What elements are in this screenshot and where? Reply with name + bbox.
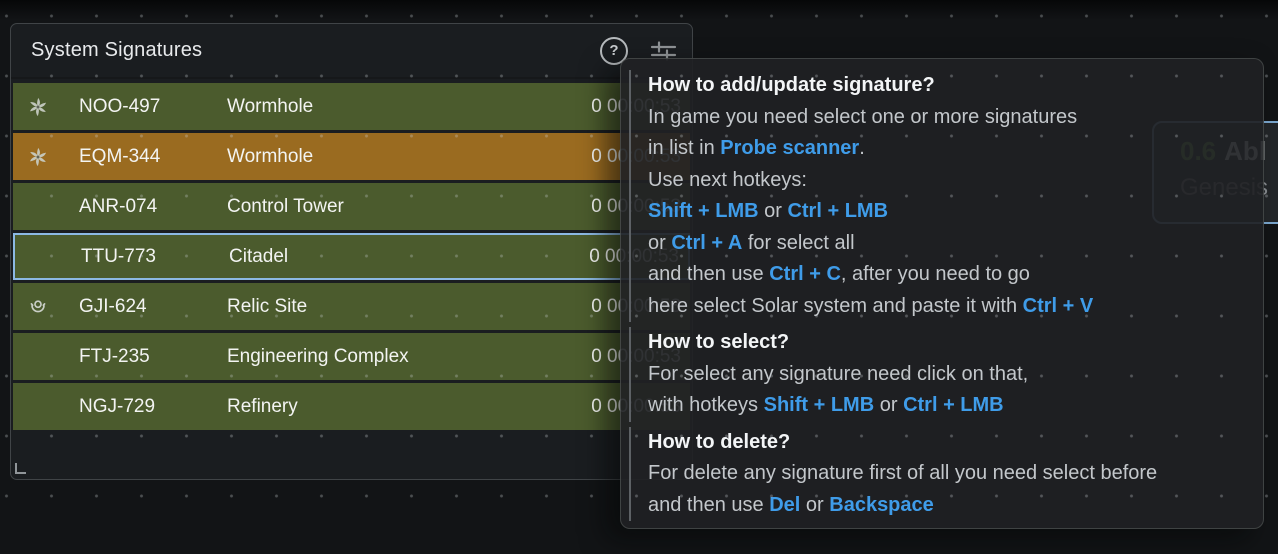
system-signatures-panel: System Signatures ? NOO-497Wormhole0 00:… [10,23,693,480]
signature-id: NGJ-729 [79,396,217,418]
tooltip-text: with hotkeys [648,394,764,416]
signature-row[interactable]: NOO-497Wormhole0 00:00:53 [13,83,690,130]
signature-type: Wormhole [227,96,591,118]
hotkey-highlight: Shift + LMB [764,394,875,416]
tooltip-line: Use next hotkeys: [648,165,1249,197]
wormhole-icon [27,96,49,118]
signature-id: EQM-344 [79,146,217,168]
tooltip-section: How to select? For select any signature n… [629,327,1249,422]
hotkey-highlight: Ctrl + LMB [903,394,1004,416]
wormhole-icon-cell [26,146,50,168]
tooltip-text: , after you need to go [841,263,1030,285]
tooltip-line: in list in Probe scanner. [648,133,1249,165]
signature-row[interactable]: TTU-773Citadel0 00:00:53 [13,233,690,280]
relic-icon [27,296,49,318]
help-tooltip: How to add/update signature? In game you … [620,58,1264,529]
signature-table: NOO-497Wormhole0 00:00:53EQM-344Wormhole… [11,79,692,430]
tooltip-text: . [859,137,865,159]
tooltip-section: How to delete? For delete any signature f… [629,427,1249,522]
signature-row[interactable]: NGJ-729Refinery0 00:00:53 [13,383,690,430]
signature-row[interactable]: GJI-624Relic Site0 00:00:53 [13,283,690,330]
tooltip-line: For delete any signature first of all yo… [648,458,1249,490]
tooltip-section-title: How to add/update signature? [648,70,1249,102]
relic-icon-cell [26,296,50,318]
tooltip-line: In game you need select one or more sign… [648,102,1249,134]
signature-row[interactable]: ANR-074Control Tower0 00:00:53 [13,183,690,230]
wormhole-icon [27,146,49,168]
signature-id: NOO-497 [79,96,217,118]
tooltip-text: For delete any signature first of all yo… [648,462,1157,484]
signature-row[interactable]: EQM-344Wormhole0 00:00:53 [13,133,690,180]
help-icon-glyph: ? [609,42,618,59]
tooltip-text: Use next hotkeys: [648,169,807,191]
tooltip-text: and then use [648,494,769,516]
panel-title: System Signatures [31,39,202,62]
signature-row[interactable]: FTJ-235Engineering Complex0 00:00:53 [13,333,690,380]
signature-type: Relic Site [227,296,591,318]
signature-type: Wormhole [227,146,591,168]
tooltip-text: In game you need select one or more sign… [648,106,1077,128]
signature-type: Engineering Complex [227,346,591,368]
signature-type: Citadel [229,246,589,268]
tooltip-text: For select any signature need click on t… [648,363,1028,385]
signature-id: TTU-773 [81,246,219,268]
tooltip-text: or [874,394,903,416]
signature-id: ANR-074 [79,196,217,218]
tooltip-section: How to add/update signature? In game you … [629,70,1249,322]
tooltip-line: with hotkeys Shift + LMB or Ctrl + LMB [648,390,1249,422]
tooltip-section-title: How to select? [648,327,1249,359]
hotkey-highlight: Ctrl + C [769,263,841,285]
tooltip-line: Shift + LMB or Ctrl + LMB [648,196,1249,228]
tooltip-text: or [800,494,829,516]
hotkey-highlight: Shift + LMB [648,200,759,222]
hotkey-highlight: Del [769,494,800,516]
tooltip-line: or Ctrl + A for select all [648,228,1249,260]
tooltip-text: and then use [648,263,769,285]
hotkey-highlight: Ctrl + A [671,232,742,254]
wormhole-icon-cell [26,96,50,118]
tooltip-section-title: How to delete? [648,427,1249,459]
tooltip-line: here select Solar system and paste it wi… [648,291,1249,323]
map-background: System Signatures ? NOO-497Wormhole0 00:… [0,0,1278,554]
hotkey-highlight: Ctrl + LMB [787,200,888,222]
tooltip-text: here select Solar system and paste it wi… [648,295,1023,317]
hotkey-highlight: Backspace [829,494,934,516]
signature-type: Refinery [227,396,591,418]
signature-id: GJI-624 [79,296,217,318]
hotkey-highlight: Probe scanner [720,137,859,159]
resize-handle-icon[interactable] [15,463,26,474]
tooltip-text: or [648,232,671,254]
hotkey-highlight: Ctrl + V [1023,295,1094,317]
panel-header[interactable]: System Signatures ? [11,24,692,79]
tooltip-line: and then use Del or Backspace [648,490,1249,522]
signature-id: FTJ-235 [79,346,217,368]
tooltip-text: in list in [648,137,720,159]
tooltip-line: For select any signature need click on t… [648,359,1249,391]
signature-type: Control Tower [227,196,591,218]
tooltip-text: for select all [742,232,854,254]
tooltip-line: and then use Ctrl + C, after you need to… [648,259,1249,291]
tooltip-text: or [759,200,788,222]
